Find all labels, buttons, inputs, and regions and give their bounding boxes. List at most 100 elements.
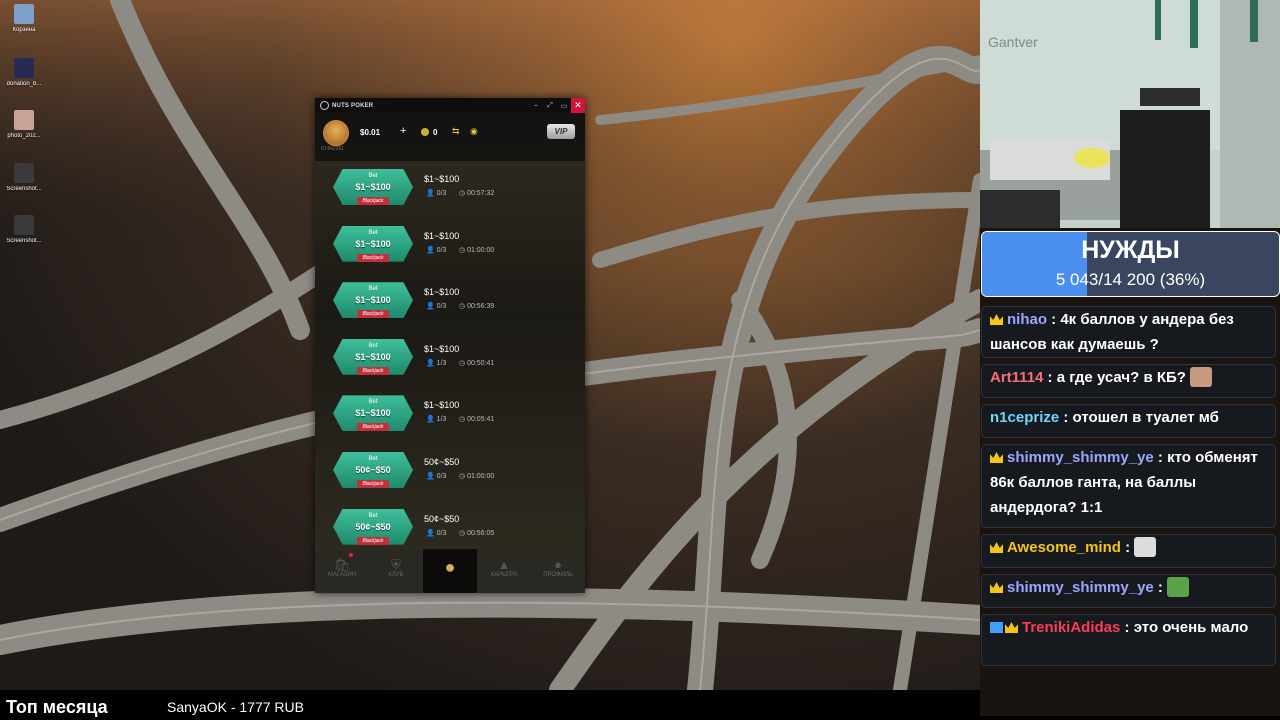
player-count: 👤 1/3 <box>426 359 446 367</box>
join-table-button[interactable]: Bet $1~$100 Blackjack <box>333 225 413 262</box>
desktop-icon-label: donation_b... <box>6 81 42 87</box>
person-icon: 👤 <box>426 472 437 480</box>
nav-shop[interactable]: 🛍 МАГАЗИН <box>315 549 369 593</box>
person-icon: 👤 <box>426 416 437 424</box>
table-row[interactable]: Bet $1~$100 Blackjack $1~$100 👤 0/3 ◷ 01:00:0… <box>315 218 585 275</box>
resize-icon[interactable]: ⤢ <box>543 102 557 110</box>
nav-label: ПРОФИЛЬ <box>543 572 573 578</box>
nav-profile[interactable]: ● ПРОФИЛЬ <box>531 549 585 593</box>
chat-text: : <box>1153 579 1163 596</box>
goal-title: НУЖДЫ <box>1081 236 1180 264</box>
table-row[interactable]: Bet $1~$100 Blackjack $1~$100 👤 1/3 ◷ 00:05:4… <box>315 387 585 444</box>
crown-badge-icon <box>990 452 1003 463</box>
chat-message: Art1114 : а где усач? в КБ? <box>981 364 1276 398</box>
maximize-icon[interactable]: ▭ <box>557 102 571 110</box>
chat-username[interactable]: nihao <box>1007 311 1047 328</box>
player-count: 👤 0/3 <box>426 189 446 197</box>
table-row[interactable]: Bet 50¢~$50 Blackjack 50¢~$50 👤 0/3 ◷ 00:56:0… <box>315 501 585 549</box>
nav-career[interactable]: ▲ КАРЬЕРА <box>477 549 531 593</box>
join-table-button[interactable]: Bet $1~$100 Blackjack <box>333 169 413 205</box>
crown-badge-icon <box>990 542 1003 553</box>
chat-emote-icon <box>1134 537 1157 557</box>
desktop-icon-label: Screenshot... <box>6 238 42 244</box>
desktop-icon-photo[interactable]: photo_202... <box>2 110 46 139</box>
close-icon[interactable]: ✕ <box>571 98 585 113</box>
add-funds-icon[interactable]: + <box>400 125 406 137</box>
chat-username[interactable]: Awesome_mind <box>1007 539 1121 556</box>
table-row[interactable]: Bet $1~$100 Blackjack $1~$100 👤 0/3 ◷ 00:57:3… <box>315 161 585 218</box>
clock-icon: ◷ <box>459 472 468 480</box>
window-title: NUTS POKER <box>332 102 374 109</box>
desktop-icon-label: photo_202... <box>7 133 41 139</box>
timer-value: 00:56:05 <box>467 529 495 537</box>
timer-value: 01:00:00 <box>467 472 495 480</box>
bottom-strip-right <box>980 716 1280 720</box>
chat-username[interactable]: n1ceprize <box>990 409 1059 426</box>
minimize-icon[interactable]: – <box>529 102 543 109</box>
chat-overlay: nihao : 4к баллов у андера без шансов ка… <box>981 306 1278 716</box>
bet-label: Bet <box>368 342 378 349</box>
chat-message: nihao : 4к баллов у андера без шансов ка… <box>981 306 1276 358</box>
chat-text: : отошел в туалет мб <box>1059 409 1219 426</box>
table-timer: ◷ 01:00:00 <box>459 246 494 254</box>
bet-label: Bet <box>368 173 378 179</box>
bet-label: Bet <box>368 399 378 406</box>
nav-club[interactable]: ⛨ КЛУБ <box>369 549 423 593</box>
table-row[interactable]: Bet $1~$100 Blackjack $1~$100 👤 1/3 ◷ 00:50:4… <box>315 331 585 388</box>
game-badge: Blackjack <box>357 536 389 545</box>
player-count: 👤 1/3 <box>426 415 446 423</box>
player-count-value: 1/3 <box>436 359 447 367</box>
clock-icon: ◷ <box>459 246 468 254</box>
join-table-button[interactable]: Bet 50¢~$50 Blackjack <box>333 451 413 488</box>
visibility-eye-icon[interactable]: ◉ <box>470 126 478 137</box>
nav-label: МАГАЗИН <box>327 572 357 578</box>
nav-home[interactable]: ● <box>423 549 477 593</box>
bet-label: Bet <box>368 455 378 462</box>
player-count-value: 1/3 <box>436 416 447 424</box>
vip-badge[interactable]: VIP <box>547 124 575 139</box>
nav-label: КЛУБ <box>388 572 404 578</box>
table-list[interactable]: Bet $1~$100 Blackjack $1~$100 👤 0/3 ◷ 00:57:3… <box>315 161 585 549</box>
exchange-icon[interactable]: ⇆ <box>452 126 460 137</box>
chat-username[interactable]: TrenikiAdidas <box>1022 619 1120 636</box>
join-table-button[interactable]: Bet $1~$100 Blackjack <box>333 338 413 375</box>
desktop-icon-label: Корзина <box>12 27 36 33</box>
button-stakes: 50¢~$50 <box>355 521 391 532</box>
desktop-icon-screenshot-1[interactable]: Screenshot... <box>2 163 46 192</box>
desktop-icon-donation[interactable]: donation_b... <box>2 58 46 87</box>
clock-icon: ◷ <box>459 190 468 197</box>
player-count-value: 0/3 <box>436 190 447 197</box>
table-stakes: 50¢~$50 <box>424 456 460 467</box>
join-table-button[interactable]: Bet $1~$100 Blackjack <box>333 395 413 432</box>
chat-message: TrenikiAdidas : это очень мало <box>981 614 1276 666</box>
chat-emote-icon <box>1166 577 1189 597</box>
button-stakes: $1~$100 <box>355 351 391 362</box>
table-stakes: $1~$100 <box>424 287 460 298</box>
shop-bag-icon: 🛍 <box>333 557 351 572</box>
desktop-icon-recycle-bin[interactable]: Корзина <box>2 4 46 33</box>
table-row[interactable]: Bet 50¢~$50 Blackjack 50¢~$50 👤 0/3 ◷ 01:00:0… <box>315 444 585 501</box>
avatar[interactable] <box>323 120 349 146</box>
player-count-value: 0/3 <box>436 303 447 311</box>
chat-username[interactable]: shimmy_shimmy_ye <box>1007 579 1154 596</box>
table-timer: ◷ 00:56:39 <box>459 302 494 310</box>
join-table-button[interactable]: Bet $1~$100 Blackjack <box>333 282 413 319</box>
clock-icon: ◷ <box>459 359 468 367</box>
table-timer: ◷ 00:57:32 <box>459 189 494 197</box>
balance-amount: $0.01 <box>360 128 381 137</box>
game-badge: Blackjack <box>357 366 389 375</box>
game-badge: Blackjack <box>357 310 389 319</box>
join-table-button[interactable]: Bet 50¢~$50 Blackjack <box>333 508 413 545</box>
account-id: ID:842261 <box>321 146 345 152</box>
chat-message: Awesome_mind : <box>981 534 1276 568</box>
window-titlebar[interactable]: NUTS POKER – ⤢ ▭ ✕ <box>315 98 585 113</box>
chat-username[interactable]: Art1114 <box>990 369 1043 386</box>
chat-message: shimmy_shimmy_ye : <box>981 574 1276 608</box>
player-count: 👤 0/3 <box>426 529 446 537</box>
desktop-icon-screenshot-2[interactable]: Screenshot... <box>2 215 46 244</box>
bet-label: Bet <box>368 512 378 519</box>
chat-message: shimmy_shimmy_ye : кто обменят 86к балло… <box>981 444 1276 528</box>
chat-username[interactable]: shimmy_shimmy_ye <box>1007 449 1154 466</box>
person-icon: 👤 <box>426 190 437 197</box>
table-row[interactable]: Bet $1~$100 Blackjack $1~$100 👤 0/3 ◷ 00:56:3… <box>315 274 585 331</box>
